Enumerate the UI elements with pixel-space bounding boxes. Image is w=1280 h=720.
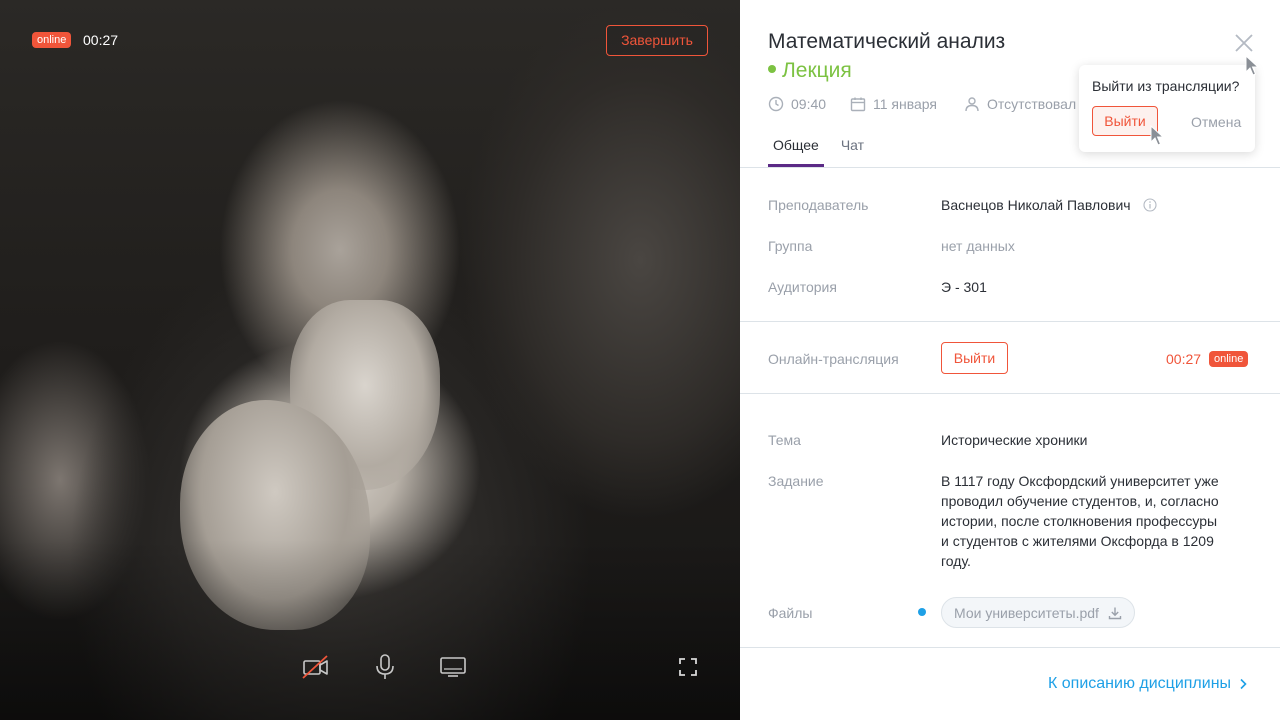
files-label: Файлы	[768, 605, 813, 621]
camera-off-icon[interactable]	[301, 652, 331, 682]
screen-share-icon[interactable]	[438, 652, 468, 682]
tab-general[interactable]: Общее	[768, 133, 824, 167]
discipline-description-link[interactable]: К описанию дисциплины	[1048, 674, 1247, 694]
download-icon[interactable]	[1108, 606, 1122, 620]
teacher-value: Васнецов Николай Павлович	[941, 196, 1157, 214]
lesson-date: 11 января	[850, 95, 937, 113]
stream-live-badge: online	[1209, 351, 1249, 367]
group-value: нет данных	[941, 238, 1015, 254]
room-value: Э - 301	[941, 279, 987, 295]
calendar-icon	[850, 97, 866, 112]
tabs: Общее Чат	[768, 133, 869, 167]
status-dot-icon	[768, 65, 776, 73]
task-label: Задание	[768, 473, 824, 489]
group-label: Группа	[768, 238, 813, 254]
teacher-label: Преподаватель	[768, 197, 869, 213]
topic-label: Тема	[768, 432, 801, 448]
leave-confirm-popover: Выйти из трансляции? Выйти Отмена	[1079, 65, 1255, 152]
divider	[740, 321, 1280, 322]
info-icon[interactable]	[1142, 198, 1157, 212]
room-label: Аудитория	[768, 279, 837, 295]
confirm-leave-button[interactable]: Выйти	[1092, 106, 1158, 136]
chevron-right-icon	[1240, 678, 1247, 690]
new-file-indicator	[918, 608, 926, 616]
microphone-icon[interactable]	[370, 652, 400, 682]
lesson-type: Лекция	[768, 59, 852, 83]
video-stream: online 00:27 Завершить	[0, 0, 740, 720]
stream-label: Онлайн-трансляция	[768, 351, 899, 367]
live-badge: online	[32, 32, 72, 48]
file-name: Мои университеты.pdf	[954, 604, 1099, 621]
tab-chat[interactable]: Чат	[836, 133, 869, 167]
leave-stream-button[interactable]: Выйти	[941, 342, 1008, 374]
lesson-title: Математический анализ	[768, 30, 1006, 53]
end-stream-button[interactable]: Завершить	[606, 25, 708, 56]
file-attachment[interactable]: Мои университеты.pdf	[941, 597, 1135, 628]
cancel-button[interactable]: Отмена	[1191, 113, 1241, 131]
task-value: В 1117 году Оксфордский университет уже …	[941, 473, 1219, 569]
live-timer: 00:27	[83, 32, 119, 48]
mouse-cursor-icon	[1150, 125, 1165, 146]
divider	[740, 393, 1280, 394]
lesson-time: 09:40	[768, 95, 826, 113]
close-icon[interactable]	[1234, 33, 1254, 53]
user-icon	[965, 97, 979, 112]
topic-value: Исторические хроники	[941, 432, 1088, 448]
mouse-cursor-icon	[1245, 55, 1260, 76]
stream-timer: 00:27	[1166, 351, 1202, 367]
clock-icon	[768, 96, 784, 112]
popover-question: Выйти из трансляции?	[1092, 78, 1240, 94]
fullscreen-icon[interactable]	[673, 652, 703, 682]
attendance-status: Отсутствовал	[964, 95, 1076, 113]
divider	[740, 167, 1280, 168]
divider	[740, 647, 1280, 648]
